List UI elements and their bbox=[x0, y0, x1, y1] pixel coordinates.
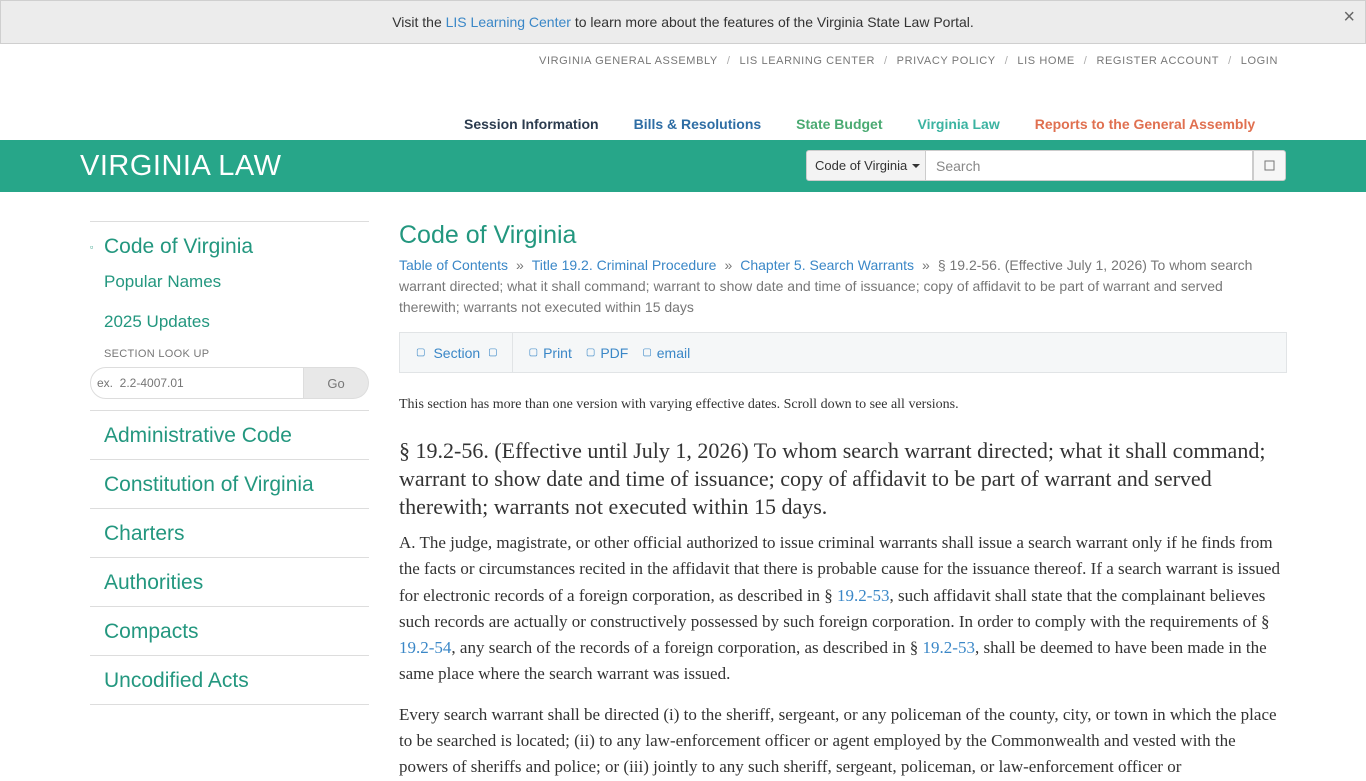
site-title[interactable]: VIRGINIA LAW bbox=[80, 150, 282, 183]
pdf-label: PDF bbox=[600, 344, 629, 361]
utility-link-login[interactable]: LOGIN bbox=[1241, 55, 1278, 67]
utility-link-privacy[interactable]: PRIVACY POLICY bbox=[897, 55, 996, 67]
sidebar-code-section: ▫ Code of Virginia Popular Names 2025 Up… bbox=[90, 221, 369, 411]
info-banner: Visit the LIS Learning Center to learn m… bbox=[0, 0, 1366, 44]
section-lookup-go-button[interactable]: Go bbox=[304, 367, 369, 399]
search-button[interactable] bbox=[1253, 150, 1286, 181]
page-title: Code of Virginia bbox=[399, 221, 577, 249]
section-toolbar: ▢ Section ▢ ▢ Print ▢ PDF ▢ email bbox=[399, 332, 1287, 373]
section-dropdown[interactable]: ▢ Section ▢ bbox=[400, 333, 513, 372]
close-icon[interactable]: × bbox=[1343, 7, 1355, 27]
nav-bills-resolutions[interactable]: Bills & Resolutions bbox=[634, 116, 762, 132]
print-icon: ▢ bbox=[528, 347, 539, 358]
utility-link-lis-home[interactable]: LIS HOME bbox=[1017, 55, 1074, 67]
utility-separator: / bbox=[1083, 55, 1088, 67]
pdf-icon: ▢ bbox=[585, 347, 596, 358]
breadcrumb-chapter[interactable]: Chapter 5. Search Warrants bbox=[740, 257, 914, 273]
sidebar-item-uncodified-acts[interactable]: Uncodified Acts bbox=[90, 656, 369, 705]
print-label: Print bbox=[543, 344, 572, 361]
sidebar: ▫ Code of Virginia Popular Names 2025 Up… bbox=[90, 221, 369, 705]
lis-learning-center-link[interactable]: LIS Learning Center bbox=[446, 14, 571, 30]
nav-reports[interactable]: Reports to the General Assembly bbox=[1035, 116, 1255, 132]
breadcrumb-separator: » bbox=[724, 257, 733, 273]
section-icon: ▢ bbox=[416, 347, 426, 358]
nav-state-budget[interactable]: State Budget bbox=[796, 116, 882, 132]
main-nav: Session Information Bills & Resolutions … bbox=[464, 116, 1290, 132]
caret-down-icon bbox=[912, 163, 921, 168]
sidebar-item-charters[interactable]: Charters bbox=[90, 509, 369, 558]
section-link-19-2-54[interactable]: 19.2-54 bbox=[399, 638, 451, 657]
breadcrumb-separator: » bbox=[922, 257, 930, 273]
banner-text-before: Visit the bbox=[392, 14, 442, 30]
sidebar-item-popular-names[interactable]: Popular Names bbox=[90, 272, 369, 294]
sidebar-item-code-of-virginia[interactable]: ▫ Code of Virginia bbox=[90, 232, 369, 262]
sidebar-item-administrative-code[interactable]: Administrative Code bbox=[90, 411, 369, 460]
section-label: Section bbox=[433, 344, 481, 361]
versions-note: This section has more than one version w… bbox=[399, 397, 959, 412]
sidebar-item-compacts[interactable]: Compacts bbox=[90, 607, 369, 656]
nav-virginia-law[interactable]: Virginia Law bbox=[918, 116, 1000, 132]
utility-separator: / bbox=[1228, 55, 1232, 67]
utility-link-general-assembly[interactable]: VIRGINIA GENERAL ASSEMBLY bbox=[539, 55, 718, 67]
breadcrumb: Table of Contents » Title 19.2. Criminal P… bbox=[399, 255, 1287, 318]
main-content: Code of Virginia Table of Contents » Title… bbox=[399, 221, 1287, 781]
section-lookup-label: SECTION LOOK UP bbox=[104, 348, 210, 360]
search-group: Code of Virginia bbox=[806, 150, 1286, 181]
utility-nav: VIRGINIA GENERAL ASSEMBLY / LIS LEARNING… bbox=[539, 55, 1278, 67]
search-icon bbox=[1264, 160, 1275, 171]
search-scope-dropdown[interactable]: Code of Virginia bbox=[806, 150, 926, 181]
utility-separator: / bbox=[726, 55, 731, 67]
nav-session-information[interactable]: Session Information bbox=[464, 116, 599, 132]
banner-text-after: to learn more about the features of the … bbox=[574, 14, 974, 30]
section-link-19-2-53[interactable]: 19.2-53 bbox=[923, 638, 975, 657]
utility-separator: / bbox=[1004, 55, 1009, 67]
sidebar-item-2025-updates[interactable]: 2025 Updates bbox=[90, 312, 369, 334]
chevron-down-icon: ▢ bbox=[488, 347, 498, 358]
pdf-link[interactable]: ▢ PDF bbox=[586, 345, 628, 361]
section-paragraph-a: A. The judge, magistrate, or other offic… bbox=[399, 530, 1287, 688]
breadcrumb-title[interactable]: Title 19.2. Criminal Procedure bbox=[532, 257, 717, 273]
utility-separator: / bbox=[884, 55, 888, 67]
sidebar-item-authorities[interactable]: Authorities bbox=[90, 558, 369, 607]
section-paragraph-b: Every search warrant shall be directed (… bbox=[399, 704, 1277, 777]
search-scope-value: Code of Virginia bbox=[815, 158, 908, 173]
breadcrumb-separator: » bbox=[515, 257, 524, 273]
paragraph-text: , any search of the records of a foreign… bbox=[451, 638, 919, 658]
section-lookup-input[interactable] bbox=[90, 367, 304, 399]
section-link-19-2-53[interactable]: 19.2-53 bbox=[837, 586, 889, 605]
sidebar-item-constitution[interactable]: Constitution of Virginia bbox=[90, 460, 369, 509]
email-icon: ▢ bbox=[642, 347, 652, 358]
utility-link-learning-center[interactable]: LIS LEARNING CENTER bbox=[740, 55, 875, 67]
sidebar-item-label: Code of Virginia bbox=[104, 235, 254, 258]
header-bar: VIRGINIA LAW Code of Virginia bbox=[0, 140, 1366, 192]
email-link[interactable]: ▢ email bbox=[642, 345, 690, 361]
print-link[interactable]: ▢ Print bbox=[529, 345, 572, 361]
utility-link-register[interactable]: REGISTER ACCOUNT bbox=[1096, 55, 1219, 67]
section-lookup: Go bbox=[90, 367, 369, 399]
section-heading: § 19.2-56. (Effective until July 1, 2026… bbox=[399, 438, 1266, 519]
bullet-icon: ▫ bbox=[90, 242, 94, 252]
search-input[interactable] bbox=[926, 150, 1253, 181]
breadcrumb-table-of-contents[interactable]: Table of Contents bbox=[399, 257, 508, 273]
email-label: email bbox=[656, 344, 691, 361]
